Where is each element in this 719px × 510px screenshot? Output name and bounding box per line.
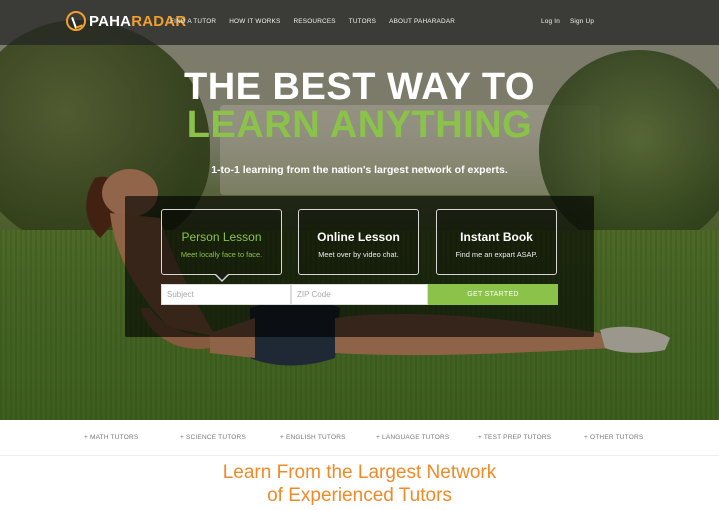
subject-link-other[interactable]: + OTHER TUTORS (584, 434, 643, 441)
nav-tutors[interactable]: TUTORS (349, 18, 376, 25)
nav-how-it-works[interactable]: HOW IT WORKS (229, 18, 280, 25)
get-started-button[interactable]: GET STARTED (428, 284, 558, 305)
nav-find-a-tutor[interactable]: FIND A TUTOR (170, 18, 216, 25)
subject-link-science[interactable]: + SCIENCE TUTORS (180, 434, 246, 441)
logo-icon (66, 11, 86, 31)
section-title-line2: of Experienced Tutors (267, 485, 452, 506)
hero-subtitle: 1-to-1 learning from the nation's larges… (211, 164, 508, 176)
subject-link-english[interactable]: + ENGLISH TUTORS (280, 434, 346, 441)
lesson-type-subtitle: Find me an expart ASAP. (455, 250, 538, 259)
subject-links-bar: + MATH TUTORS + SCIENCE TUTORS + ENGLISH… (0, 420, 719, 456)
login-link[interactable]: Log In (541, 18, 560, 25)
subject-link-math[interactable]: + MATH TUTORS (84, 434, 138, 441)
nav-about[interactable]: ABOUT PAHARADAR (389, 18, 455, 25)
lesson-type-instant[interactable]: Instant Book Find me an expart ASAP. (436, 209, 557, 275)
lesson-type-person[interactable]: Person Lesson Meet locally face to face. (161, 209, 282, 282)
subject-link-test-prep[interactable]: + TEST PREP TUTORS (478, 434, 551, 441)
nav-resources[interactable]: RESOURCES (293, 18, 335, 25)
lesson-type-title: Instant Book (460, 230, 533, 244)
top-navbar: PAHARADAR FIND A TUTOR HOW IT WORKS RESO… (0, 0, 719, 45)
selected-indicator-icon (215, 274, 229, 282)
section-title: Learn From the Largest Network of Experi… (0, 461, 719, 507)
lesson-type-online[interactable]: Online Lesson Meet over by video chat. (298, 209, 419, 275)
nav-links: FIND A TUTOR HOW IT WORKS RESOURCES TUTO… (170, 18, 455, 25)
hero-title-line1: THE BEST WAY TO (184, 66, 535, 108)
subject-input[interactable] (161, 284, 291, 305)
hero-title-line2: LEARN ANYTHING (186, 104, 533, 146)
brand-logo[interactable]: PAHARADAR (66, 11, 186, 31)
lesson-type-subtitle: Meet over by video chat. (318, 250, 399, 259)
zip-code-input[interactable] (291, 284, 428, 305)
lesson-type-title: Person Lesson (181, 230, 262, 244)
section-title-line1: Learn From the Largest Network (222, 462, 497, 483)
subject-link-language[interactable]: + LANGUAGE TUTORS (376, 434, 449, 441)
signup-link[interactable]: Sign Up (570, 18, 594, 25)
lesson-type-title: Online Lesson (317, 230, 400, 244)
nav-auth: Log In Sign Up (541, 18, 594, 25)
lesson-type-subtitle: Meet locally face to face. (180, 250, 263, 259)
